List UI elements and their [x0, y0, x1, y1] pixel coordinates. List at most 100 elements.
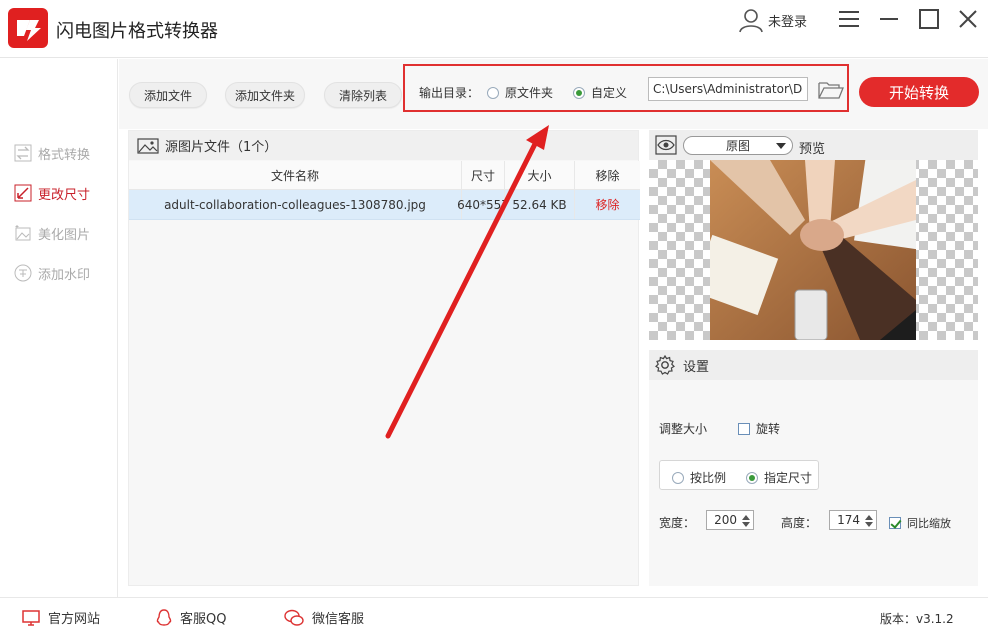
- settings-panel: 调整大小 旋转 按比例 指定尺寸 宽度： 200 高度： 174 同比缩放: [649, 380, 978, 586]
- toolbar: 添加文件 添加文件夹 清除列表 输出目录： 原文件夹 自定义 开始转换: [119, 59, 988, 129]
- radio-dot: [672, 471, 684, 484]
- title-bar: 闪电图片格式转换器 未登录: [0, 0, 988, 58]
- output-path-input[interactable]: [648, 77, 808, 101]
- rotate-checkbox[interactable]: 旋转: [738, 420, 780, 437]
- swap-icon: [14, 144, 32, 162]
- radio-dot: [487, 86, 499, 99]
- source-files-panel: 源图片文件（1个） 文件名称 尺寸 大小 移除 adult-collaborat…: [128, 130, 640, 586]
- menu-icon: [839, 11, 859, 27]
- close-button[interactable]: [955, 6, 981, 32]
- resize-icon: [14, 184, 32, 202]
- app-title: 闪电图片格式转换器: [56, 21, 218, 42]
- qq-icon: [156, 608, 172, 626]
- radio-label: 指定尺寸: [764, 471, 813, 485]
- sidebar-item-beautify[interactable]: 美化图片: [14, 221, 90, 245]
- browse-folder-button[interactable]: [818, 80, 844, 103]
- preview-header: 原图 预览: [649, 130, 978, 160]
- radio-label: 原文件夹: [505, 86, 554, 100]
- sidebar-item-format-convert[interactable]: 格式转换: [14, 141, 90, 165]
- monitor-icon: [22, 609, 40, 626]
- minimize-icon: [880, 18, 898, 20]
- footer-link-label: 官方网站: [48, 612, 101, 627]
- preview-label: 预览: [799, 142, 826, 157]
- footer-link-label: 微信客服: [312, 612, 365, 627]
- sidebar: 格式转换 更改尺寸 美化图片 添加水印: [0, 59, 118, 597]
- radio-by-ratio[interactable]: 按比例: [672, 469, 726, 486]
- add-file-button[interactable]: 添加文件: [129, 82, 207, 108]
- support-qq-link[interactable]: 客服QQ: [156, 608, 226, 627]
- radio-original-folder[interactable]: 原文件夹: [487, 84, 553, 101]
- column-header: 移除: [595, 168, 620, 183]
- radio-by-size[interactable]: 指定尺寸: [746, 469, 812, 486]
- maximize-icon: [919, 9, 939, 29]
- settings-title: 设置: [683, 359, 710, 375]
- wechat-icon: [284, 609, 304, 626]
- watermark-icon: [14, 264, 32, 282]
- column-header: 大小: [505, 161, 575, 189]
- maximize-button[interactable]: [916, 6, 942, 32]
- checkbox-label: 旋转: [756, 422, 781, 436]
- login-status: 未登录: [768, 14, 808, 30]
- width-label: 宽度：: [659, 516, 696, 530]
- radio-label: 按比例: [690, 471, 727, 485]
- dimension-cell: 640*557: [457, 190, 509, 219]
- folder-open-icon: [818, 82, 844, 99]
- preview-mode-select[interactable]: 原图: [683, 136, 793, 155]
- file-name-cell: adult-collaboration-colleagues-1308780.j…: [129, 190, 462, 219]
- output-label: 输出目录：: [419, 86, 480, 100]
- radio-custom-folder[interactable]: 自定义: [573, 84, 627, 101]
- eye-icon: [655, 135, 677, 155]
- preview-mode-value: 原图: [725, 139, 750, 153]
- table-row[interactable]: adult-collaboration-colleagues-1308780.j…: [129, 190, 640, 220]
- checkbox-box: [889, 517, 901, 529]
- spinner-arrows-icon: [742, 515, 750, 527]
- sidebar-item-label: 更改尺寸: [38, 187, 91, 203]
- user-login[interactable]: 未登录: [738, 6, 818, 34]
- source-files-header: 源图片文件（1个）: [129, 131, 638, 160]
- radio-dot: [573, 86, 585, 99]
- column-header: 尺寸: [462, 161, 505, 189]
- sidebar-item-label: 美化图片: [38, 227, 91, 243]
- table-header: 文件名称 尺寸 大小 移除: [129, 161, 640, 190]
- remove-file-link[interactable]: 移除: [575, 190, 640, 219]
- height-label: 高度：: [781, 516, 818, 530]
- chevron-down-icon: [776, 143, 786, 149]
- spinner-arrows-icon: [865, 515, 873, 527]
- keep-ratio-checkbox[interactable]: 同比缩放: [889, 515, 951, 531]
- close-icon: [959, 10, 977, 28]
- gear-icon: [655, 355, 675, 375]
- checkbox-label: 同比缩放: [907, 517, 951, 530]
- column-header: 文件名称: [129, 161, 462, 189]
- resize-mode-group: 按比例 指定尺寸: [659, 460, 819, 490]
- preview-canvas: [649, 160, 978, 340]
- sidebar-item-label: 添加水印: [38, 267, 91, 283]
- height-stepper[interactable]: 174: [829, 510, 877, 530]
- beautify-icon: [15, 225, 31, 241]
- sidebar-item-watermark[interactable]: 添加水印: [14, 261, 90, 285]
- app-logo-icon: [8, 8, 48, 48]
- file-table: 文件名称 尺寸 大小 移除 adult-collaboration-collea…: [129, 161, 640, 220]
- checkbox-box: [738, 422, 750, 435]
- width-value: 200: [714, 513, 737, 527]
- radio-dot: [746, 471, 758, 484]
- radio-label: 自定义: [591, 86, 628, 100]
- output-directory-group: 输出目录： 原文件夹 自定义: [403, 64, 849, 112]
- clear-list-button[interactable]: 清除列表: [324, 82, 402, 108]
- wechat-support-link[interactable]: 微信客服: [284, 608, 364, 627]
- add-folder-button[interactable]: 添加文件夹: [225, 82, 305, 108]
- width-stepper[interactable]: 200: [706, 510, 754, 530]
- menu-button[interactable]: [836, 6, 862, 32]
- preview-image: [710, 160, 916, 340]
- height-value: 174: [837, 513, 860, 527]
- version-label: 版本：v3.1.2: [880, 612, 954, 626]
- settings-header: 设置: [649, 350, 978, 380]
- image-icon: [137, 137, 159, 154]
- sidebar-item-label: 格式转换: [38, 147, 91, 163]
- official-website-link[interactable]: 官方网站: [22, 608, 100, 627]
- source-files-title: 源图片文件（1个）: [165, 140, 278, 155]
- minimize-button[interactable]: [876, 6, 902, 32]
- sidebar-item-resize[interactable]: 更改尺寸: [14, 181, 90, 205]
- resize-label: 调整大小: [659, 422, 708, 436]
- start-convert-button[interactable]: 开始转换: [859, 77, 979, 107]
- filesize-cell: 52.64 KB: [505, 190, 575, 219]
